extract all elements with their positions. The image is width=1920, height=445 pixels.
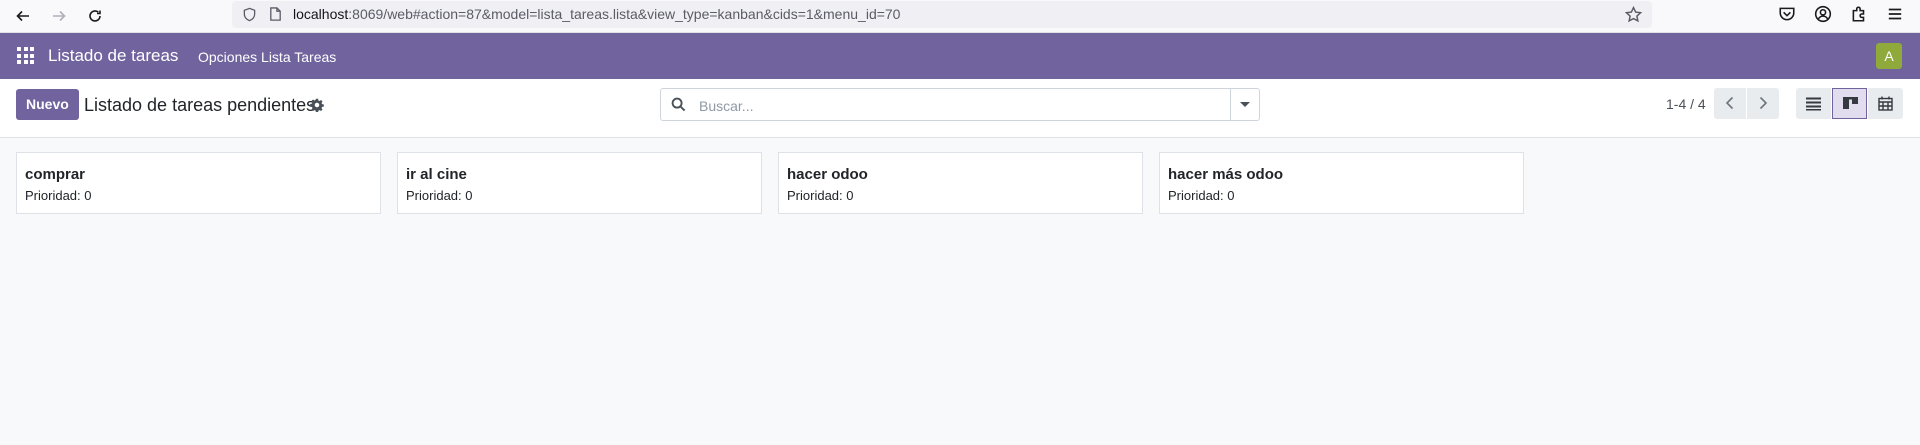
account-icon[interactable] [1814, 5, 1832, 23]
kanban-view-icon [1843, 97, 1858, 109]
shield-icon[interactable] [242, 7, 257, 22]
search-icon[interactable] [671, 97, 686, 112]
kanban-card[interactable]: hacer odoo Prioridad: 0 [778, 152, 1143, 214]
gear-icon[interactable] [310, 98, 324, 112]
page-icon [270, 7, 281, 21]
reload-icon[interactable] [83, 4, 107, 28]
page-title: Listado de tareas pendientes [84, 95, 316, 115]
kanban-card[interactable]: hacer más odoo Prioridad: 0 [1159, 152, 1524, 214]
card-title: hacer odoo [787, 166, 868, 183]
calendar-view-icon [1878, 96, 1893, 111]
menu-icon[interactable] [1886, 5, 1904, 23]
view-calendar-button[interactable] [1868, 88, 1903, 119]
url-text[interactable]: localhost:8069/web#action=87&model=lista… [293, 5, 900, 24]
app-name[interactable]: Listado de tareas [48, 46, 178, 66]
card-title: hacer más odoo [1168, 166, 1284, 183]
url-bar[interactable]: localhost:8069/web#action=87&model=lista… [232, 1, 1652, 28]
pager-next-button[interactable] [1747, 88, 1779, 119]
card-title: ir al cine [406, 166, 467, 183]
forward-icon[interactable] [47, 4, 71, 28]
menu-item-opciones[interactable]: Opciones Lista Tareas [198, 48, 336, 66]
card-priority: Prioridad: 0 [1168, 188, 1235, 203]
bookmark-star-icon[interactable] [1625, 6, 1642, 23]
kanban-card[interactable]: ir al cine Prioridad: 0 [397, 152, 762, 214]
back-icon[interactable] [11, 4, 35, 28]
view-list-button[interactable] [1796, 88, 1831, 119]
control-panel: Nuevo Listado de tareas pendientes 1-4 /… [0, 79, 1920, 138]
chevron-right-icon [1759, 96, 1768, 110]
extensions-icon[interactable] [1850, 5, 1868, 23]
pocket-icon[interactable] [1778, 5, 1796, 23]
search-input[interactable] [697, 90, 1221, 121]
view-kanban-button[interactable] [1832, 88, 1867, 119]
pager-value[interactable]: 1-4 / 4 [1666, 95, 1706, 113]
user-avatar[interactable]: A [1876, 43, 1902, 69]
kanban-card[interactable]: comprar Prioridad: 0 [16, 152, 381, 214]
search-bar [660, 88, 1260, 121]
chevron-left-icon [1725, 96, 1734, 110]
url-path: :8069/web#action=87&model=lista_tareas.l… [348, 6, 901, 22]
search-options-toggle[interactable] [1230, 89, 1259, 120]
url-host: localhost [293, 6, 349, 22]
list-view-icon [1806, 97, 1821, 111]
new-button[interactable]: Nuevo [16, 89, 79, 120]
pager-previous-button[interactable] [1714, 88, 1746, 119]
apps-grid-icon[interactable] [17, 47, 34, 64]
card-priority: Prioridad: 0 [25, 188, 92, 203]
card-priority: Prioridad: 0 [787, 188, 854, 203]
card-title: comprar [25, 166, 86, 183]
main-navbar: Listado de tareas Opciones Lista Tareas … [0, 33, 1920, 79]
card-priority: Prioridad: 0 [406, 188, 473, 203]
browser-toolbar: localhost:8069/web#action=87&model=lista… [0, 0, 1920, 33]
